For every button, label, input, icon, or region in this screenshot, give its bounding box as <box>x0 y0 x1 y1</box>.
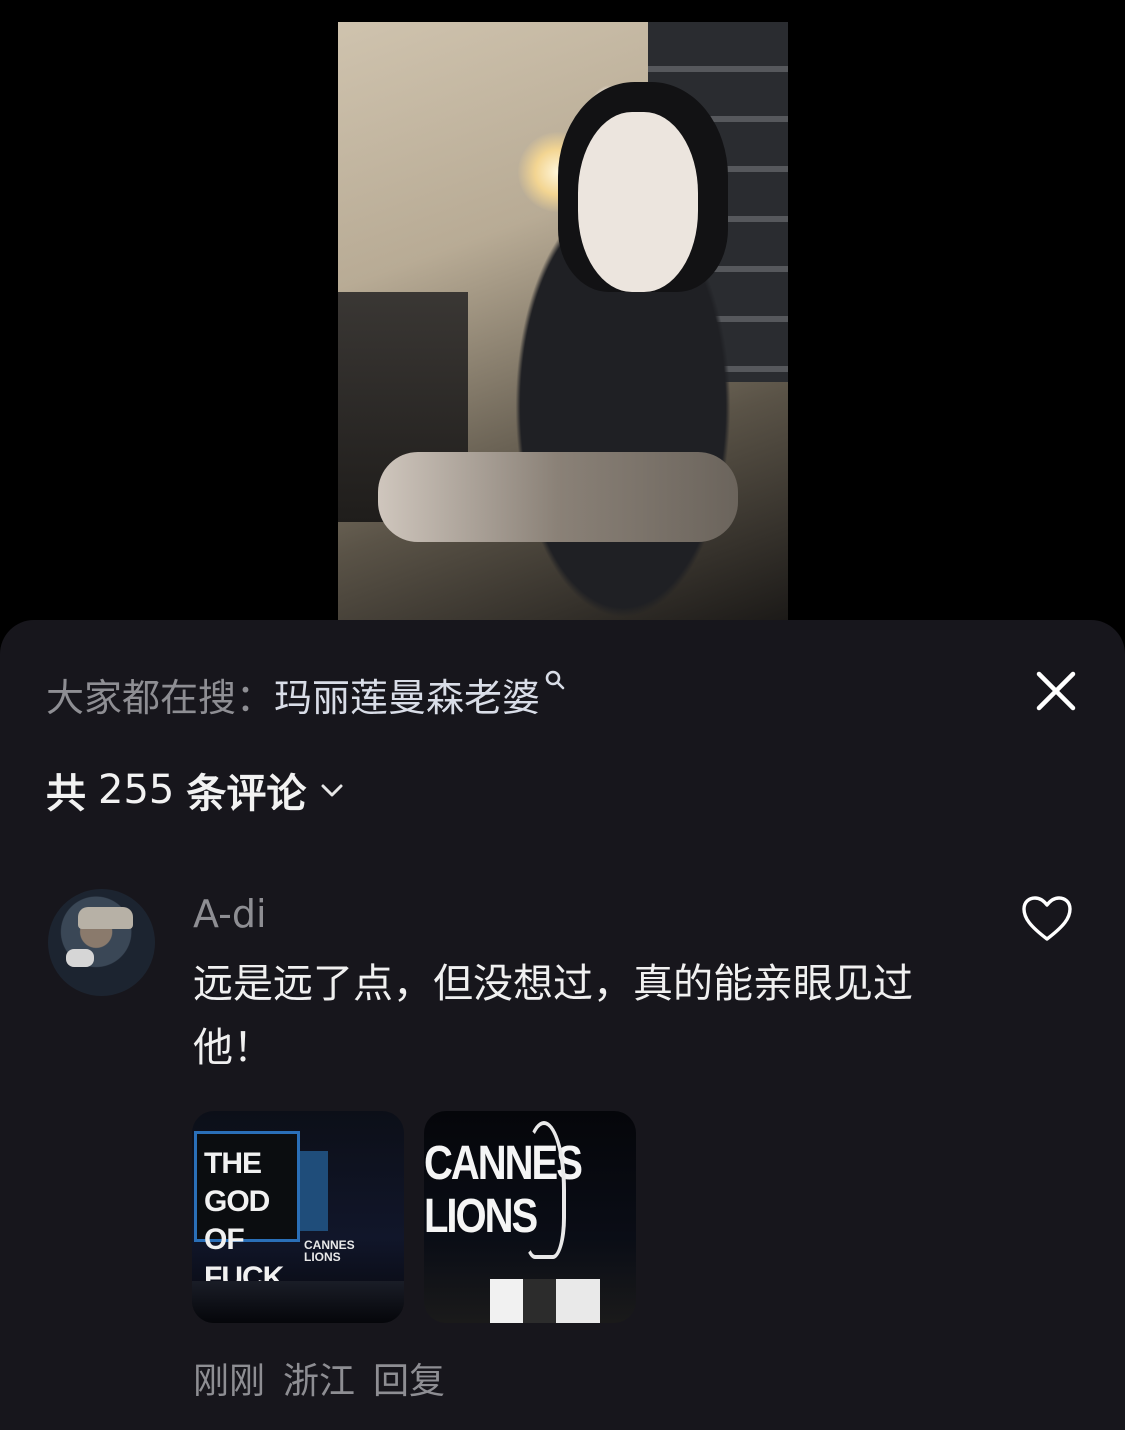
avatar-cap <box>78 907 133 929</box>
tattooed-arm <box>378 452 738 542</box>
comment-time: 刚刚 <box>193 1361 266 1402</box>
comment-text: 远是远了点，但没想过，真的能亲眼见过他！ <box>193 961 913 1071</box>
comments-count[interactable]: 共 255 条评论 <box>46 758 346 822</box>
cannes-logo-small: CANNES LIONS <box>304 1238 355 1264</box>
face <box>578 112 698 292</box>
search-suggestion-term[interactable]: 玛丽莲曼森老婆 <box>274 667 540 722</box>
chevron-down-icon[interactable] <box>318 776 346 804</box>
avatar[interactable] <box>48 889 155 996</box>
lion-logo <box>522 1121 566 1259</box>
stage <box>192 1281 404 1323</box>
heart-icon[interactable] <box>1020 894 1074 944</box>
comment-image-2[interactable]: CANNES LIONS <box>424 1111 636 1323</box>
search-suggestion-prefix: 大家都在搜： <box>46 675 275 720</box>
close-icon[interactable] <box>1028 663 1084 719</box>
stage-chairs <box>490 1279 600 1323</box>
video-frame[interactable] <box>338 22 788 620</box>
comment-location: 浙江 <box>283 1361 356 1402</box>
screen-caption: THE GOD OF FUCK <box>204 1147 284 1294</box>
comments-count-suffix: 条评论 <box>186 771 307 817</box>
comment-image-1[interactable]: THE GOD OF FUCK CANNES LIONS <box>192 1111 404 1323</box>
comments-count-prefix: 共 <box>46 771 86 817</box>
side-screen <box>300 1151 328 1231</box>
comment-meta: 刚刚 浙江 回复 <box>193 1352 445 1404</box>
comments-count-number: 255 <box>98 767 175 813</box>
search-icon <box>545 670 565 690</box>
reply-button[interactable]: 回复 <box>373 1352 445 1404</box>
comment-username[interactable]: A-di <box>193 892 267 936</box>
avatar-microphone <box>66 949 94 967</box>
search-suggestion[interactable]: 大家都在搜： 玛丽莲曼森老婆 <box>46 664 568 724</box>
